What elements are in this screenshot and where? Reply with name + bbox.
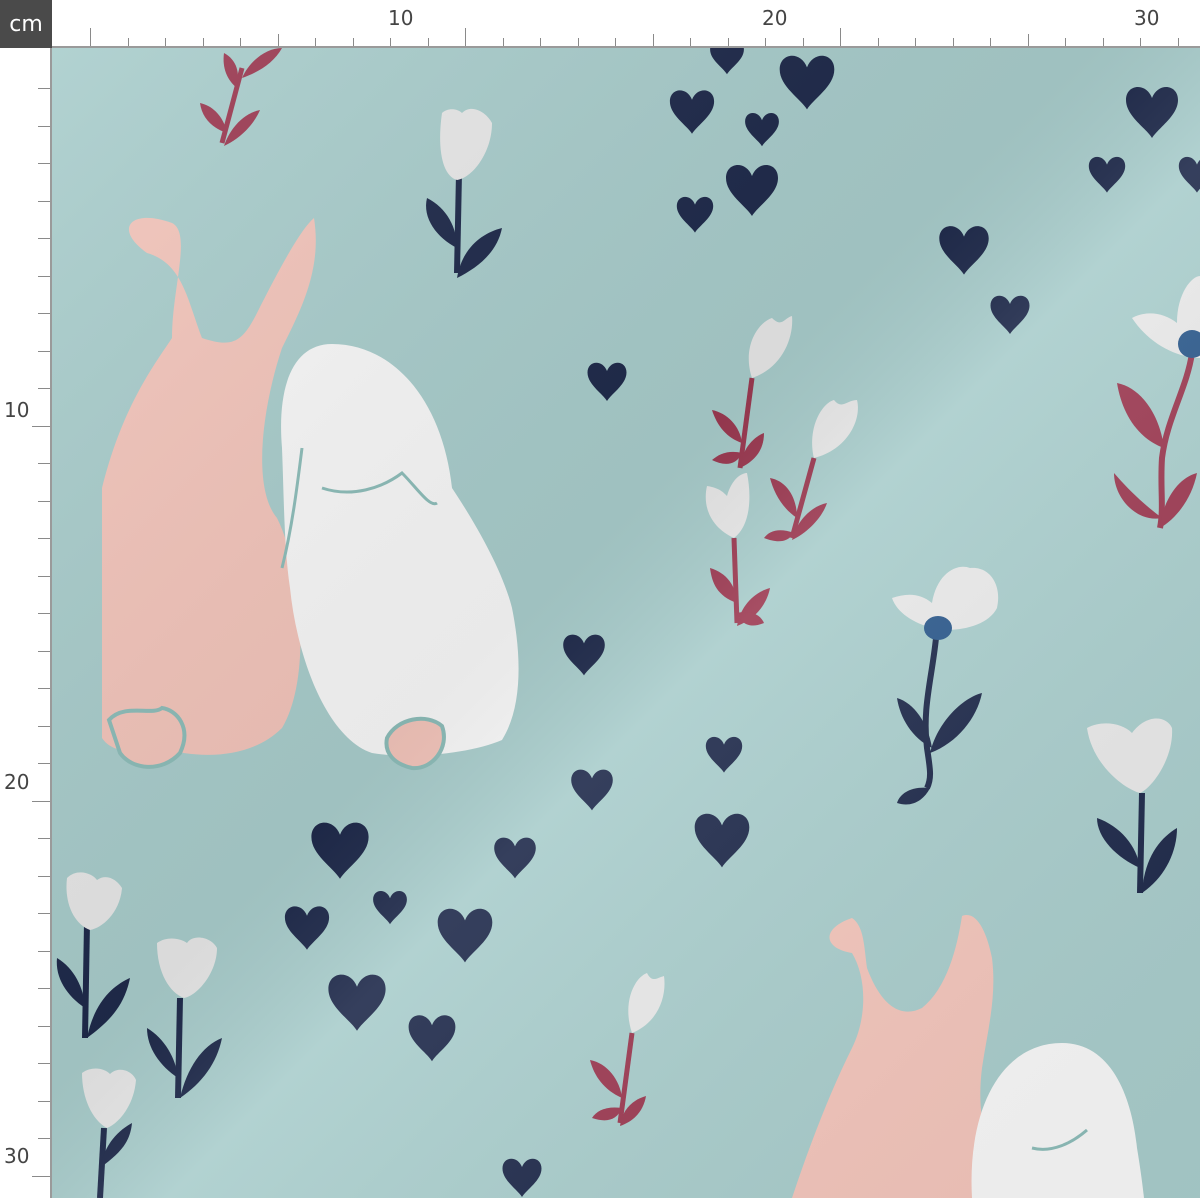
ruler-label-30-v: 30 [4, 1144, 30, 1168]
ruler-tick [615, 38, 616, 46]
ruler-tick [427, 38, 429, 46]
ruler-tick [540, 38, 541, 46]
ruler-tick [38, 575, 50, 577]
ruler-tick [127, 38, 129, 46]
ruler-tick [38, 913, 50, 914]
ruler-tick [1177, 38, 1179, 46]
ruler-tick [502, 38, 504, 46]
ruler-tick [38, 538, 50, 539]
ruler-tick [240, 38, 241, 46]
ruler-tick [727, 38, 729, 46]
ruler-tick [202, 38, 204, 46]
horizontal-ruler: 10 20 30 [52, 0, 1200, 48]
fabric-print [52, 48, 1200, 1198]
ruler-tick [38, 613, 50, 614]
ruler-tick [915, 38, 916, 46]
fabric-pattern [52, 48, 1200, 1198]
ruler-tick [38, 725, 50, 727]
ruler-tick [1140, 38, 1141, 46]
fabric-swatch-viewer: cm 10 20 30 10 20 30 [0, 0, 1200, 1198]
ruler-tick [840, 28, 841, 46]
ruler-tick [38, 688, 50, 689]
ruler-tick [38, 275, 50, 277]
ruler-label-20-h: 20 [762, 6, 788, 30]
ruler-tick [38, 463, 50, 464]
ruler-tick [38, 988, 50, 989]
ruler-tick [38, 763, 50, 764]
ruler-tick [990, 38, 991, 46]
ruler-label-10-v: 10 [4, 398, 30, 422]
ruler-tick [1065, 38, 1066, 46]
unit-label: cm [0, 0, 52, 48]
ruler-tick [38, 1100, 50, 1102]
ruler-tick [38, 1025, 50, 1027]
ruler-tick [90, 28, 91, 46]
ruler-label-10-h: 10 [388, 6, 414, 30]
ruler-tick [165, 38, 166, 46]
ruler-tick [765, 38, 766, 46]
ruler-tick [38, 238, 50, 239]
ruler-label-30-h: 30 [1134, 6, 1160, 30]
ruler-tick [877, 38, 879, 46]
ruler-tick [652, 34, 654, 46]
ruler-tick [352, 38, 354, 46]
ruler-tick [38, 650, 50, 652]
ruler-tick [802, 38, 804, 46]
ruler-tick [38, 125, 50, 127]
vertical-ruler: 10 20 30 [0, 48, 52, 1198]
ruler-tick [32, 425, 50, 427]
ruler-tick [32, 1175, 50, 1177]
ruler-tick [38, 388, 50, 389]
ruler-tick [577, 38, 579, 46]
ruler-tick [465, 28, 466, 46]
ruler-tick [38, 950, 50, 952]
ruler-tick [38, 1138, 50, 1139]
ruler-tick [38, 500, 50, 502]
ruler-tick [38, 1063, 50, 1064]
ruler-tick [1027, 34, 1029, 46]
ruler-tick [38, 838, 50, 839]
ruler-tick [952, 38, 954, 46]
ruler-tick [690, 38, 691, 46]
fabric-fold-shading [52, 48, 1200, 1198]
ruler-tick [38, 313, 50, 314]
ruler-label-20-v: 20 [4, 770, 30, 794]
ruler-tick [32, 800, 50, 802]
ruler-tick [390, 38, 391, 46]
ruler-tick [38, 88, 50, 89]
ruler-tick [38, 163, 50, 164]
ruler-tick [38, 350, 50, 352]
ruler-tick [277, 34, 279, 46]
ruler-tick [315, 38, 316, 46]
ruler-tick [38, 875, 50, 877]
ruler-tick [38, 200, 50, 202]
ruler-tick [1102, 38, 1104, 46]
